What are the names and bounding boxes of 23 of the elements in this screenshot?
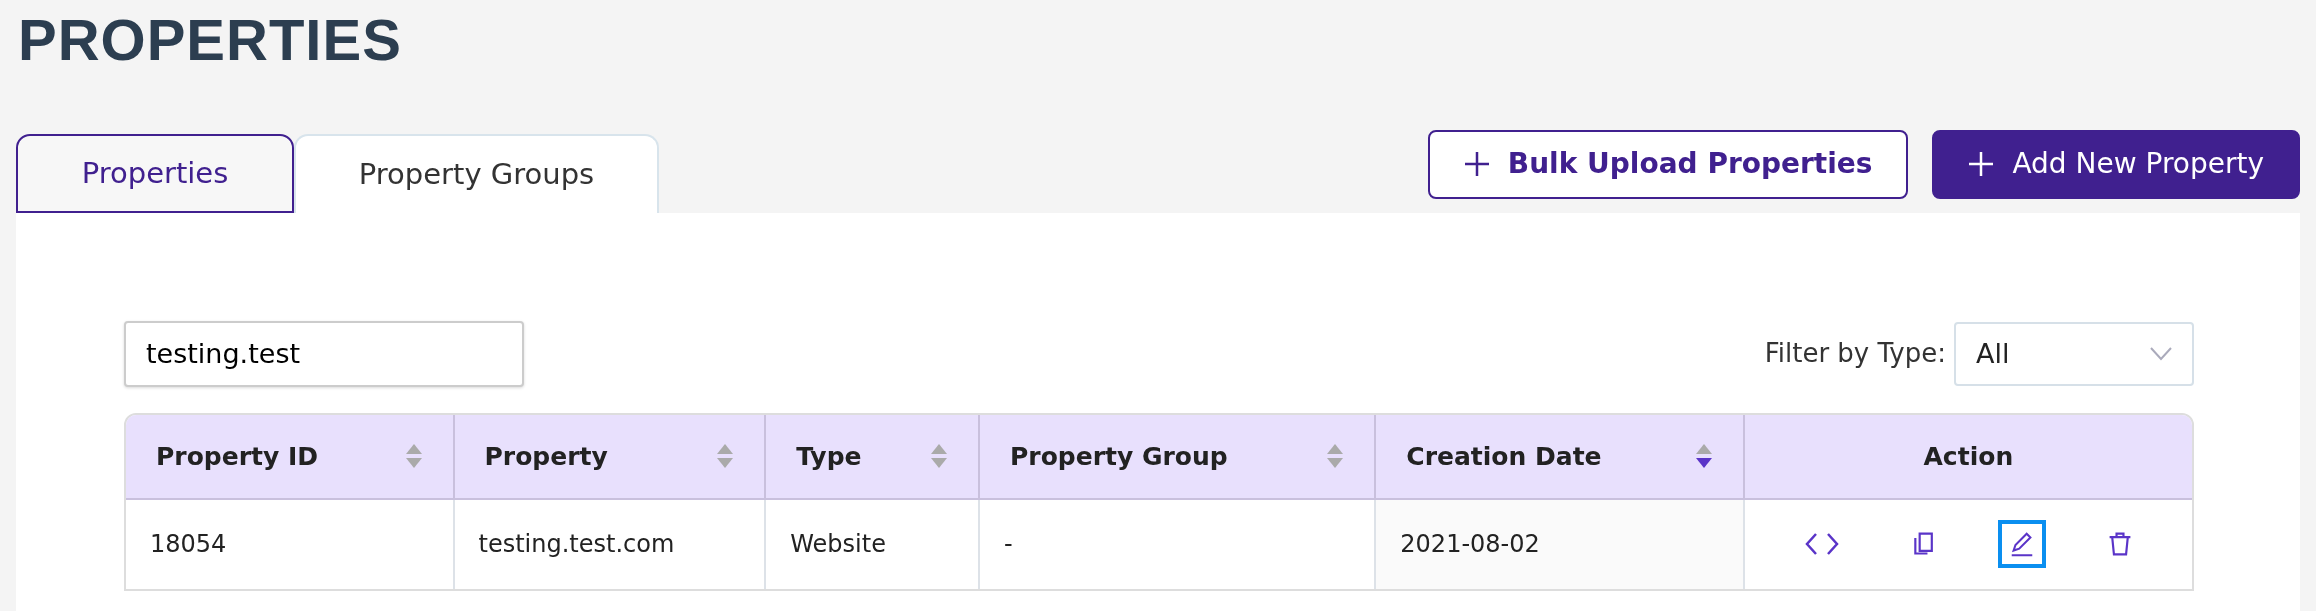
page-title: PROPERTIES [17,6,403,72]
column-header: Creation Date [1406,440,1602,473]
column-header: Action [1923,440,2014,473]
type-filter-dropdown[interactable]: All [1954,321,2194,386]
table-cell: testing.test.com [453,498,766,589]
filter-label: Filter by Type: [1764,337,1946,371]
column-header: Type [796,440,862,473]
search-field[interactable]: testing.test [124,320,524,387]
tab[interactable]: Property Groups [294,133,659,213]
table-cell: Website [765,498,980,589]
plus-icon [1968,151,1995,178]
chevron-down-icon [2150,346,2172,361]
sort-icon[interactable] [1694,443,1713,470]
table-cell: 2021-08-02 [1375,498,1744,589]
add-property-button[interactable]: Add New Property [1932,129,2300,199]
column-header: Property Group [1010,440,1228,473]
table-cell: 18054 [126,498,454,589]
plus-icon [1463,151,1490,178]
edit-button[interactable] [1997,520,2046,569]
bulk-upload-button[interactable]: Bulk Upload Properties [1427,129,1909,199]
column-header: Property ID [156,440,318,473]
tab[interactable]: Properties [16,133,294,213]
column-header: Property [484,440,608,473]
